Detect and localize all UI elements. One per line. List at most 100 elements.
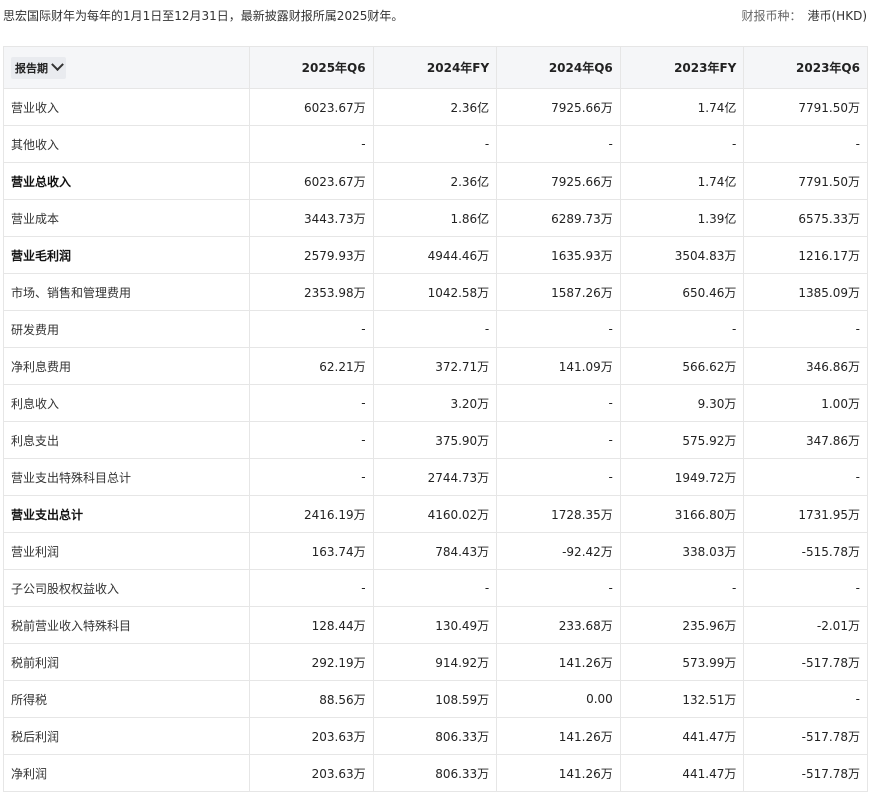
table-cell: -: [496, 384, 621, 422]
table-cell: 2.36亿: [372, 88, 498, 126]
table-cell: 163.74万: [249, 532, 374, 570]
table-cell: 573.99万: [619, 643, 745, 681]
table-cell: 1587.26万: [496, 273, 621, 311]
row-label: 营业支出特殊科目总计: [3, 458, 250, 496]
report-currency: 财报币种： 港币(HKD): [741, 7, 867, 24]
table-cell: 132.51万: [619, 680, 745, 718]
currency-value: 港币(HKD): [807, 9, 868, 23]
table-cell: -: [496, 310, 621, 348]
table-cell: 2353.98万: [249, 273, 374, 311]
table-cell: 88.56万: [249, 680, 374, 718]
table-cell: -517.78万: [743, 643, 868, 681]
table-cell: 6023.67万: [249, 88, 374, 126]
table-cell: 128.44万: [249, 606, 374, 644]
table-cell: -: [496, 569, 621, 607]
table-row: 营业毛利润 2579.93万 4944.46万 1635.93万 3504.83万 121…: [3, 236, 868, 274]
table-cell: -: [743, 569, 868, 607]
table-cell: 1216.17万: [743, 236, 868, 274]
table-cell: 203.63万: [249, 717, 374, 755]
table-cell: -: [496, 458, 621, 496]
row-label: 净利润: [3, 754, 250, 792]
table-cell: 62.21万: [249, 347, 374, 385]
table-cell: 441.47万: [619, 754, 745, 792]
row-label: 净利息费用: [3, 347, 250, 385]
table-row: 税前营业收入特殊科目 128.44万 130.49万 233.68万 235.96万 -2…: [3, 606, 868, 644]
row-label: 利息收入: [3, 384, 250, 422]
table-cell: -: [743, 125, 868, 163]
table-cell: 7791.50万: [743, 88, 868, 126]
column-header: 2025年Q6: [249, 46, 374, 89]
table-cell: 233.68万: [496, 606, 621, 644]
table-cell: -: [496, 421, 621, 459]
table-row: 营业总收入 6023.67万 2.36亿 7925.66万 1.74亿 7791.50万: [3, 162, 868, 200]
table-row: 营业成本 3443.73万 1.86亿 6289.73万 1.39亿 6575.33万: [3, 199, 868, 237]
table-cell: 441.47万: [619, 717, 745, 755]
table-row: 净利息费用 62.21万 372.71万 141.09万 566.62万 346.86万: [3, 347, 868, 385]
table-cell: -515.78万: [743, 532, 868, 570]
table-cell: -92.42万: [496, 532, 621, 570]
top-bar: 思宏国际财年为每年的1月1日至12月31日，最新披露财报所属2025财年。 财报…: [0, 0, 871, 40]
table-cell: 2416.19万: [249, 495, 374, 533]
table-cell: 3.20万: [372, 384, 498, 422]
table-cell: 3443.73万: [249, 199, 374, 237]
table-row: 市场、销售和管理费用 2353.98万 1042.58万 1587.26万 650.46…: [3, 273, 868, 311]
table-cell: 1.39亿: [619, 199, 745, 237]
table-cell: 1949.72万: [619, 458, 745, 496]
table-cell: -: [249, 458, 374, 496]
period-dropdown-button[interactable]: 报告期: [11, 56, 66, 79]
fiscal-year-note: 思宏国际财年为每年的1月1日至12月31日，最新披露财报所属2025财年。: [3, 9, 404, 23]
table-row: 其他收入 - - - - -: [3, 125, 868, 163]
table-cell: -: [743, 680, 868, 718]
table-row: 子公司股权权益收入 - - - - -: [3, 569, 868, 607]
table-cell: 141.09万: [496, 347, 621, 385]
column-header: 2023年FY: [619, 46, 745, 89]
table-row: 利息收入 -3.20万 -9.30万 1.00万: [3, 384, 868, 422]
table-cell: -: [249, 421, 374, 459]
table-cell: 806.33万: [372, 754, 498, 792]
row-label: 所得税: [3, 680, 250, 718]
table-row: 营业利润 163.74万 784.43万 -92.42万 338.03万 -515.78万: [3, 532, 868, 570]
table-cell: 784.43万: [372, 532, 498, 570]
table-cell: -: [619, 310, 745, 348]
table-cell: 1728.35万: [496, 495, 621, 533]
row-label: 利息支出: [3, 421, 250, 459]
table-cell: 6023.67万: [249, 162, 374, 200]
table-cell: 108.59万: [372, 680, 498, 718]
table-cell: 0.00: [496, 680, 621, 718]
row-label: 营业利润: [3, 532, 250, 570]
table-cell: -: [372, 310, 498, 348]
row-label: 其他收入: [3, 125, 250, 163]
table-cell: 4944.46万: [372, 236, 498, 274]
row-label: 税后利润: [3, 717, 250, 755]
table-cell: 1.74亿: [619, 88, 745, 126]
row-label: 税前利润: [3, 643, 250, 681]
table-cell: -: [372, 569, 498, 607]
table-cell: 338.03万: [619, 532, 745, 570]
table-cell: -: [249, 384, 374, 422]
row-label: 营业收入: [3, 88, 250, 126]
period-dropdown-label: 报告期: [15, 61, 48, 75]
table-header-row: 报告期 2025年Q6 2024年FY 2024年Q6 2023年FY 2023…: [3, 46, 868, 89]
row-label: 营业毛利润: [3, 236, 250, 274]
table-row: 营业收入 6023.67万 2.36亿 7925.66万 1.74亿 7791.50万: [3, 88, 868, 126]
table-cell: 806.33万: [372, 717, 498, 755]
table-cell: 650.46万: [619, 273, 745, 311]
table-cell: 2579.93万: [249, 236, 374, 274]
table-cell: -: [619, 125, 745, 163]
table-cell: -: [249, 310, 374, 348]
table-cell: -: [743, 310, 868, 348]
table-cell: 566.62万: [619, 347, 745, 385]
table-cell: -: [249, 125, 374, 163]
table-cell: -: [372, 125, 498, 163]
table-cell: 6289.73万: [496, 199, 621, 237]
row-label: 营业支出总计: [3, 495, 250, 533]
row-label: 研发费用: [3, 310, 250, 348]
table-row: 营业支出特殊科目总计 -2744.73万 -1949.72万 -: [3, 458, 868, 496]
column-header: 2024年Q6: [496, 46, 621, 89]
table-cell: 7791.50万: [743, 162, 868, 200]
table-row: 研发费用 - - - - -: [3, 310, 868, 348]
table-cell: 347.86万: [743, 421, 868, 459]
table-cell: 372.71万: [372, 347, 498, 385]
table-row: 利息支出 -375.90万 -575.92万 347.86万: [3, 421, 868, 459]
table-cell: -517.78万: [743, 717, 868, 755]
